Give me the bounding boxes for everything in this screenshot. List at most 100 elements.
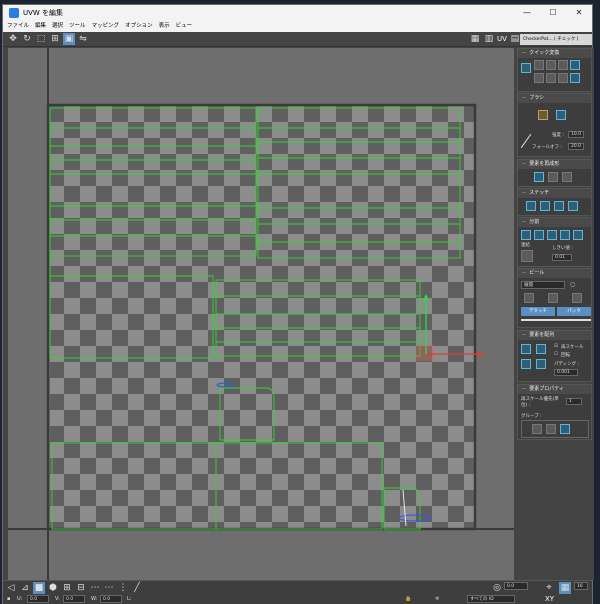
ring-select-icon[interactable]: ⋯ — [103, 582, 115, 594]
weld-icon[interactable] — [534, 230, 544, 240]
v-field[interactable]: 0.0 — [63, 595, 85, 603]
strength-field[interactable]: 10.0 — [568, 131, 584, 138]
group-add-icon[interactable] — [546, 424, 556, 434]
straighten-icon[interactable] — [558, 60, 568, 70]
relax-element-icon[interactable] — [548, 172, 558, 182]
space-icon[interactable] — [558, 73, 568, 83]
peel-lscm-icon[interactable] — [548, 293, 558, 303]
rotate-90-icon[interactable] — [570, 60, 580, 70]
pack-rescale-icon[interactable] — [536, 359, 546, 369]
uvw-editor-window: UVW を編集 — ☐ ✕ ファイル 編集 選択 ツール マッピング オプション… — [2, 4, 594, 604]
zoom-icon[interactable]: ◎ — [491, 582, 503, 594]
section-title[interactable]: 要素プロパティ — [518, 385, 591, 394]
rescale-checkbox[interactable]: ☑ — [554, 344, 558, 349]
section-title[interactable]: 要素を配列 — [518, 331, 591, 340]
align-h-icon[interactable] — [534, 60, 544, 70]
peel-quick-icon[interactable] — [524, 293, 534, 303]
relax-brush-icon[interactable] — [556, 110, 566, 120]
break-icon[interactable] — [521, 230, 531, 240]
loop-select-icon[interactable]: ⋯ — [89, 582, 101, 594]
menu-file[interactable]: ファイル — [7, 21, 29, 32]
close-button[interactable]: ✕ — [566, 5, 592, 21]
zoom-field[interactable]: 0.0 — [504, 582, 528, 590]
align-icon[interactable] — [521, 63, 531, 73]
detach-toggle[interactable]: デタッチ — [521, 307, 555, 316]
grid-icon[interactable]: ▦ — [559, 582, 571, 594]
snap-icon[interactable]: ⌖ — [543, 582, 555, 594]
menu-mapping[interactable]: マッピング — [92, 21, 120, 32]
lock-selection-icon[interactable]: 🔒 — [405, 594, 411, 604]
paint-brush-icon[interactable] — [538, 110, 548, 120]
paint-select-icon[interactable]: ◁ — [5, 582, 17, 594]
falloff-field[interactable]: 20.0 — [568, 143, 584, 150]
shrink-select-icon[interactable]: ⊟ — [75, 582, 87, 594]
vertex-mode-icon[interactable]: ⊿ — [19, 582, 31, 594]
menu-tools[interactable]: ツール — [69, 21, 86, 32]
xy-toggle[interactable]: XY — [545, 594, 554, 604]
id-dropdown[interactable]: すべての ID — [467, 595, 515, 603]
section-title[interactable]: ステッチ — [518, 189, 591, 198]
maximize-button[interactable]: ☐ — [540, 5, 566, 21]
brush-select-icon[interactable]: ╱ — [131, 582, 143, 594]
section-title[interactable]: クイック変換 — [518, 49, 591, 58]
select-mode-icon[interactable]: ▣ — [63, 33, 75, 45]
filter-select-icon[interactable]: ⋮ — [117, 582, 129, 594]
spread-icon[interactable] — [534, 73, 544, 83]
straighten-element-icon[interactable] — [534, 172, 544, 182]
lock-icon[interactable]: ▪ — [7, 594, 10, 604]
peel-reset-icon[interactable] — [572, 293, 582, 303]
freeform-icon[interactable]: ⊞ — [49, 33, 61, 45]
u-field[interactable]: 0.0 — [27, 595, 49, 603]
element-mode-icon[interactable]: ⬢ — [47, 582, 59, 594]
stitch-to-source-icon[interactable] — [526, 201, 536, 211]
pack-toggle[interactable]: パック — [557, 307, 591, 316]
split-icon[interactable] — [560, 230, 570, 240]
link-icon[interactable] — [521, 250, 533, 262]
peel-settings-icon[interactable]: ○ — [570, 281, 575, 288]
threshold-field[interactable]: 0.01 — [552, 254, 572, 261]
menu-view[interactable]: ビュー — [176, 21, 193, 32]
menu-options[interactable]: オプション — [125, 21, 153, 32]
padding-field[interactable]: 0.001 — [554, 369, 578, 376]
menu-edit[interactable]: 編集 — [35, 21, 46, 32]
section-title[interactable]: 分割 — [518, 218, 591, 227]
pack-together-icon[interactable] — [536, 344, 546, 354]
face-mode-icon[interactable]: ■ — [33, 582, 45, 594]
group-select-icon[interactable] — [532, 424, 542, 434]
group-remove-icon[interactable] — [560, 424, 570, 434]
peel-mode-dropdown[interactable]: 展開 — [521, 281, 565, 289]
scale-icon[interactable]: ⬚ — [35, 33, 47, 45]
stitch-custom-icon[interactable] — [568, 201, 578, 211]
threshold-label: しきい値 : — [552, 246, 573, 251]
sun-icon[interactable]: ✲ — [435, 594, 439, 604]
detach-icon[interactable] — [573, 230, 583, 240]
stitch-average-icon[interactable] — [540, 201, 550, 211]
minimize-button[interactable]: — — [514, 5, 540, 21]
grow-select-icon[interactable]: ⊞ — [61, 582, 73, 594]
section-title[interactable]: ブラシ — [518, 94, 591, 103]
rotate-icon[interactable]: ↻ — [21, 33, 33, 45]
rotate-neg90-icon[interactable] — [570, 73, 580, 83]
section-title[interactable]: ピール — [518, 269, 591, 278]
menu-select[interactable]: 選択 — [52, 21, 63, 32]
rescale-priority-field[interactable]: 1 — [566, 398, 582, 405]
uv-canvas[interactable] — [8, 48, 514, 580]
w-field[interactable]: 0.0 — [100, 595, 122, 603]
grid-field[interactable]: 16 — [574, 582, 588, 590]
sphere-element-icon[interactable] — [562, 172, 572, 182]
stitch-to-target-icon[interactable] — [554, 201, 564, 211]
texture-dropdown[interactable]: CheckerPat... ( チェック ) — [520, 34, 592, 45]
distribute-icon[interactable] — [546, 73, 556, 83]
section-title[interactable]: 要素を再成形 — [518, 160, 591, 169]
move-icon[interactable]: ✥ — [7, 33, 19, 45]
menu-display[interactable]: 表示 — [159, 21, 170, 32]
pack-custom-icon[interactable] — [521, 359, 531, 369]
pack-normalize-icon[interactable] — [521, 344, 531, 354]
uv-viewport[interactable] — [8, 48, 514, 580]
mirror-icon[interactable]: ⇋ — [77, 33, 89, 45]
align-v-icon[interactable] — [546, 60, 556, 70]
uv-channel-icon[interactable]: ▥ — [483, 33, 495, 45]
rotate-checkbox[interactable]: ☐ — [554, 352, 558, 357]
uv-grid-icon[interactable]: ▦ — [469, 33, 481, 45]
weld-target-icon[interactable] — [547, 230, 557, 240]
